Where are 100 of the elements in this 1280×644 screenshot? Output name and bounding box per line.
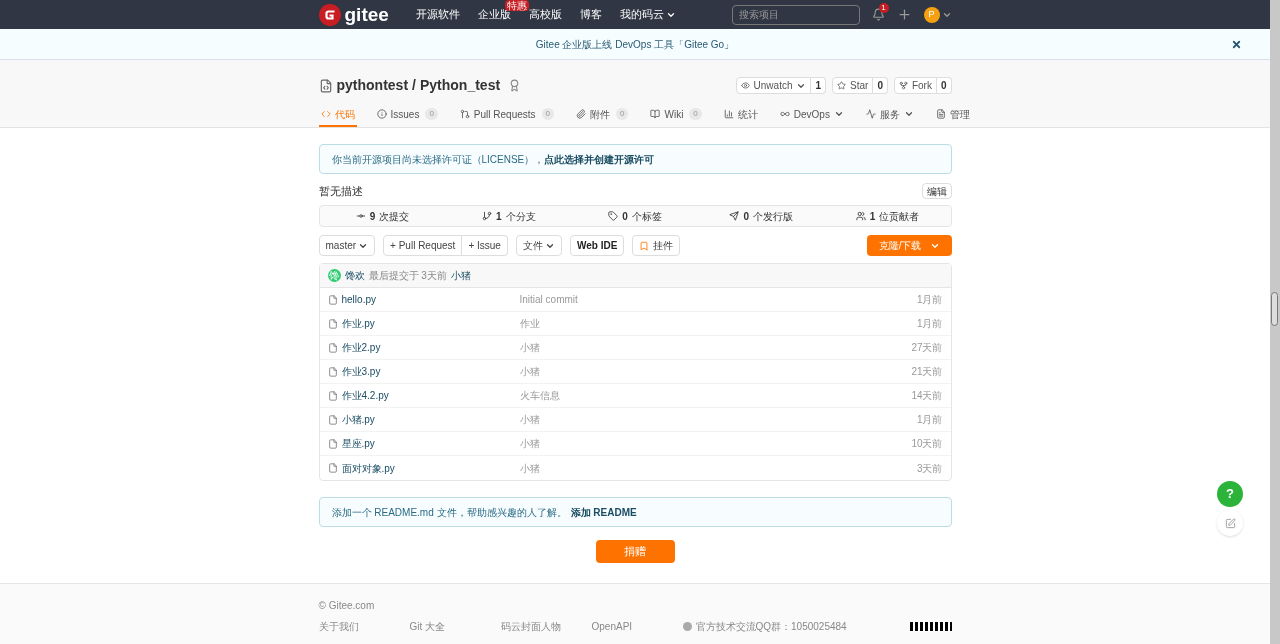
file-dropdown[interactable]: 文件 — [515, 235, 562, 256]
notification-count: 1 — [878, 3, 889, 13]
commit-author[interactable]: 馋欢 — [344, 268, 365, 283]
file-icon — [327, 438, 338, 449]
bar-chart-icon — [723, 109, 734, 119]
qq-icon — [682, 622, 692, 631]
repo-tab[interactable]: 附件 0 — [574, 107, 631, 127]
nav-link[interactable]: 博客 — [579, 6, 602, 23]
paperclip-icon — [576, 109, 586, 119]
file-icon — [327, 294, 338, 305]
repo-tab[interactable]: 统计 — [721, 107, 760, 127]
close-icon[interactable] — [1231, 38, 1242, 50]
file-name[interactable]: 作业.py — [341, 316, 375, 331]
file-name[interactable]: 作业3.py — [341, 364, 381, 379]
copyright-text: © Gitee.com — [318, 600, 375, 611]
edit-icon — [1224, 517, 1236, 529]
repo-action-button[interactable]: Fork — [893, 77, 937, 94]
footer-link[interactable]: OpenAPI — [591, 619, 683, 634]
path-separator: / — [412, 76, 416, 95]
file-name[interactable]: hello.py — [341, 292, 376, 307]
stat-link[interactable]: 1 个分支 — [482, 208, 536, 224]
repo-owner[interactable]: pythontest — [336, 75, 409, 96]
file-time: 10天前 — [911, 437, 943, 451]
pull-request-icon — [459, 109, 470, 119]
file-time: 1月前 — [916, 317, 943, 331]
tab-count: 0 — [616, 108, 629, 120]
file-icon — [327, 342, 338, 353]
nav-link[interactable]: 高校版 — [528, 6, 562, 23]
notice-text: 添加一个 README.md 文件，帮助感兴趣的人了解。 — [331, 505, 567, 520]
file-icon — [327, 390, 338, 401]
file-icon — [327, 318, 338, 329]
footer-link[interactable]: Git 大全 — [409, 619, 501, 634]
nav-link[interactable]: 开源软件 — [415, 6, 460, 23]
file-time: 21天前 — [911, 365, 943, 379]
stat-link[interactable]: 0 个发行版 — [729, 208, 793, 224]
repo-tab[interactable]: 管理 — [933, 107, 972, 127]
file-time: 1月前 — [916, 413, 943, 427]
repo-action-button[interactable]: Unwatch — [735, 77, 812, 94]
license-link[interactable]: 点此选择并创建开源许可 — [544, 151, 655, 167]
file-time: 1月前 — [916, 293, 943, 307]
stat-link[interactable]: 1 位贡献者 — [855, 208, 920, 224]
file-icon — [327, 414, 338, 425]
file-icon — [327, 366, 338, 377]
commit-time: 最后提交于 3天前 — [368, 269, 447, 283]
scrollbar-thumb[interactable] — [1271, 292, 1278, 326]
notice-text: 你当前开源项目尚未选择许可证（LICENSE）， — [331, 152, 545, 167]
repo-description: 暂无描述 — [318, 183, 363, 199]
plus-icon[interactable] — [896, 7, 912, 22]
caret-icon — [833, 109, 844, 119]
banner-text[interactable]: Gitee 企业版上线 DevOps 工具「Gitee Go」 — [535, 36, 735, 52]
footer-link[interactable]: 关于我们 — [318, 619, 410, 634]
star-icon — [837, 81, 847, 90]
add-readme-link[interactable]: 添加 README — [570, 504, 637, 520]
infinity-icon — [779, 109, 790, 119]
info-icon — [376, 109, 387, 119]
caret-icon — [903, 109, 914, 119]
file-icon — [327, 463, 338, 473]
tag-icon — [608, 211, 619, 221]
logo-text[interactable]: gitee — [344, 5, 389, 24]
bookmark-icon — [639, 240, 650, 251]
edit-button[interactable]: 编辑 — [921, 183, 952, 199]
repo-name[interactable]: Python_test — [419, 75, 501, 96]
issue-button[interactable]: + Issue — [462, 235, 508, 256]
file-name[interactable]: 星座.py — [341, 436, 375, 451]
widget-button[interactable]: 挂件 — [632, 235, 681, 256]
file-name[interactable]: 面对对象.py — [341, 460, 395, 476]
qr-code-icon — [909, 622, 952, 631]
nav-link[interactable]: 我的码云 — [619, 6, 676, 23]
repo-tab[interactable]: 服务 — [863, 107, 916, 127]
repo-action-button[interactable]: Star — [832, 77, 874, 94]
stat-link[interactable]: 9 次提交 — [355, 208, 410, 224]
branch-dropdown[interactable]: master — [318, 235, 376, 256]
commit-message[interactable]: 小猪 — [450, 268, 471, 283]
logo-icon — [318, 3, 341, 26]
eye-icon — [740, 81, 750, 90]
stat-link[interactable]: 0 个标签 — [608, 208, 662, 224]
pull-request-button[interactable]: + Pull Request — [383, 235, 463, 256]
author-avatar: 馋 — [327, 269, 341, 282]
repo-tab[interactable]: DevOps — [777, 107, 846, 127]
search-field[interactable]: 搜索项目 — [731, 4, 860, 25]
send-icon — [729, 211, 740, 221]
file-name[interactable]: 作业2.py — [341, 340, 381, 355]
bell-icon[interactable] — [871, 8, 885, 21]
file-name[interactable]: 作业4.2.py — [341, 388, 389, 403]
file-name[interactable]: 小猪.py — [341, 412, 375, 427]
qq-group-text: 官方技术交流QQ群：1050025484 — [695, 620, 847, 634]
people-icon — [855, 211, 866, 221]
repo-icon — [318, 78, 333, 93]
action-count[interactable]: 0 — [873, 77, 888, 94]
code-icon — [320, 109, 331, 119]
footer-link[interactable]: 码云封面人物 — [500, 619, 592, 634]
document-icon — [935, 109, 946, 119]
file-time: 14天前 — [911, 389, 943, 403]
web-ide-button[interactable]: Web IDE — [569, 235, 625, 256]
pulse-icon — [865, 109, 876, 119]
file-time: 27天前 — [911, 341, 943, 355]
branch-icon — [482, 211, 492, 221]
book-icon — [650, 109, 661, 119]
action-count[interactable]: 1 — [811, 77, 827, 94]
fork-icon — [898, 81, 908, 90]
